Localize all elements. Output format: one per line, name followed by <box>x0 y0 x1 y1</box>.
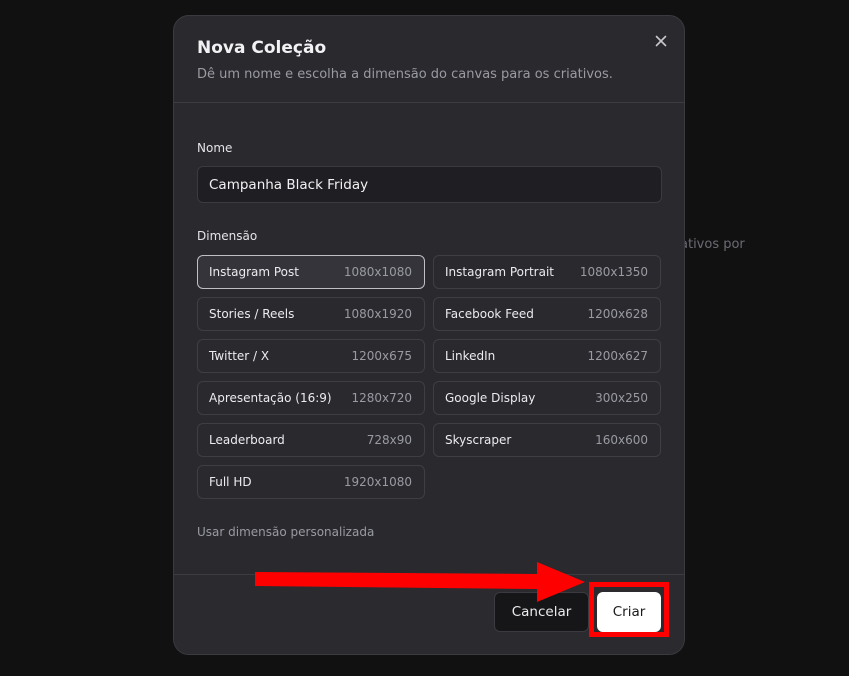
close-icon <box>655 35 667 47</box>
dimension-option-size: 1200x627 <box>587 349 648 363</box>
dimension-option-size: 1080x1350 <box>579 265 648 279</box>
dialog-title: Nova Coleção <box>197 38 327 58</box>
dimension-option-size: 300x250 <box>595 391 648 405</box>
dimension-option-size: 1920x1080 <box>343 475 412 489</box>
close-button[interactable] <box>652 32 670 50</box>
name-label: Nome <box>197 141 233 155</box>
dialog-footer: Cancelar Criar <box>174 574 684 654</box>
collection-name-input[interactable] <box>197 166 662 203</box>
dialog-header: Nova Coleção Dê um nome e escolha a dime… <box>174 16 684 103</box>
dimension-option-size: 1200x628 <box>587 307 648 321</box>
custom-dimension-link[interactable]: Usar dimensão personalizada <box>197 525 374 539</box>
dimension-option-size: 728x90 <box>366 433 412 447</box>
dimension-option-size: 1280x720 <box>351 391 412 405</box>
dimension-option-size: 1200x675 <box>351 349 412 363</box>
dimension-option-stories-reels[interactable]: Stories / Reels 1080x1920 <box>197 297 425 331</box>
dimension-option-instagram-post[interactable]: Instagram Post 1080x1080 <box>197 255 425 289</box>
dimension-option-name: Instagram Post <box>209 265 299 279</box>
dimension-option-name: Facebook Feed <box>445 307 534 321</box>
create-button[interactable]: Criar <box>597 592 661 632</box>
new-collection-dialog: Nova Coleção Dê um nome e escolha a dime… <box>173 15 685 655</box>
dimension-option-skyscraper[interactable]: Skyscraper 160x600 <box>433 423 661 457</box>
dimension-option-size: 1080x1080 <box>343 265 412 279</box>
dimension-option-twitter-x[interactable]: Twitter / X 1200x675 <box>197 339 425 373</box>
dimension-option-google-display[interactable]: Google Display 300x250 <box>433 381 661 415</box>
dimension-option-instagram-portrait[interactable]: Instagram Portrait 1080x1350 <box>433 255 661 289</box>
dimension-option-name: Google Display <box>445 391 536 405</box>
dimension-option-full-hd[interactable]: Full HD 1920x1080 <box>197 465 425 499</box>
background-partial-text: ativos por <box>680 237 745 252</box>
dimension-option-name: Twitter / X <box>209 349 270 363</box>
dialog-subtitle: Dê um nome e escolha a dimensão do canva… <box>197 67 613 82</box>
dimension-option-facebook-feed[interactable]: Facebook Feed 1200x628 <box>433 297 661 331</box>
dimension-option-size: 1080x1920 <box>343 307 412 321</box>
dimension-option-size: 160x600 <box>595 433 648 447</box>
dimension-label: Dimensão <box>197 229 258 243</box>
dimension-option-leaderboard[interactable]: Leaderboard 728x90 <box>197 423 425 457</box>
dimension-option-name: Instagram Portrait <box>445 265 554 279</box>
dimension-option-name: Stories / Reels <box>209 307 295 321</box>
dimension-option-apresentacao[interactable]: Apresentação (16:9) 1280x720 <box>197 381 425 415</box>
dimension-option-name: Apresentação (16:9) <box>209 391 332 405</box>
dimension-option-name: Leaderboard <box>209 433 285 447</box>
cancel-button[interactable]: Cancelar <box>494 592 589 632</box>
dimension-option-name: Full HD <box>209 475 252 489</box>
dimension-option-linkedin[interactable]: LinkedIn 1200x627 <box>433 339 661 373</box>
dimension-option-name: Skyscraper <box>445 433 512 447</box>
dimension-option-name: LinkedIn <box>445 349 496 363</box>
